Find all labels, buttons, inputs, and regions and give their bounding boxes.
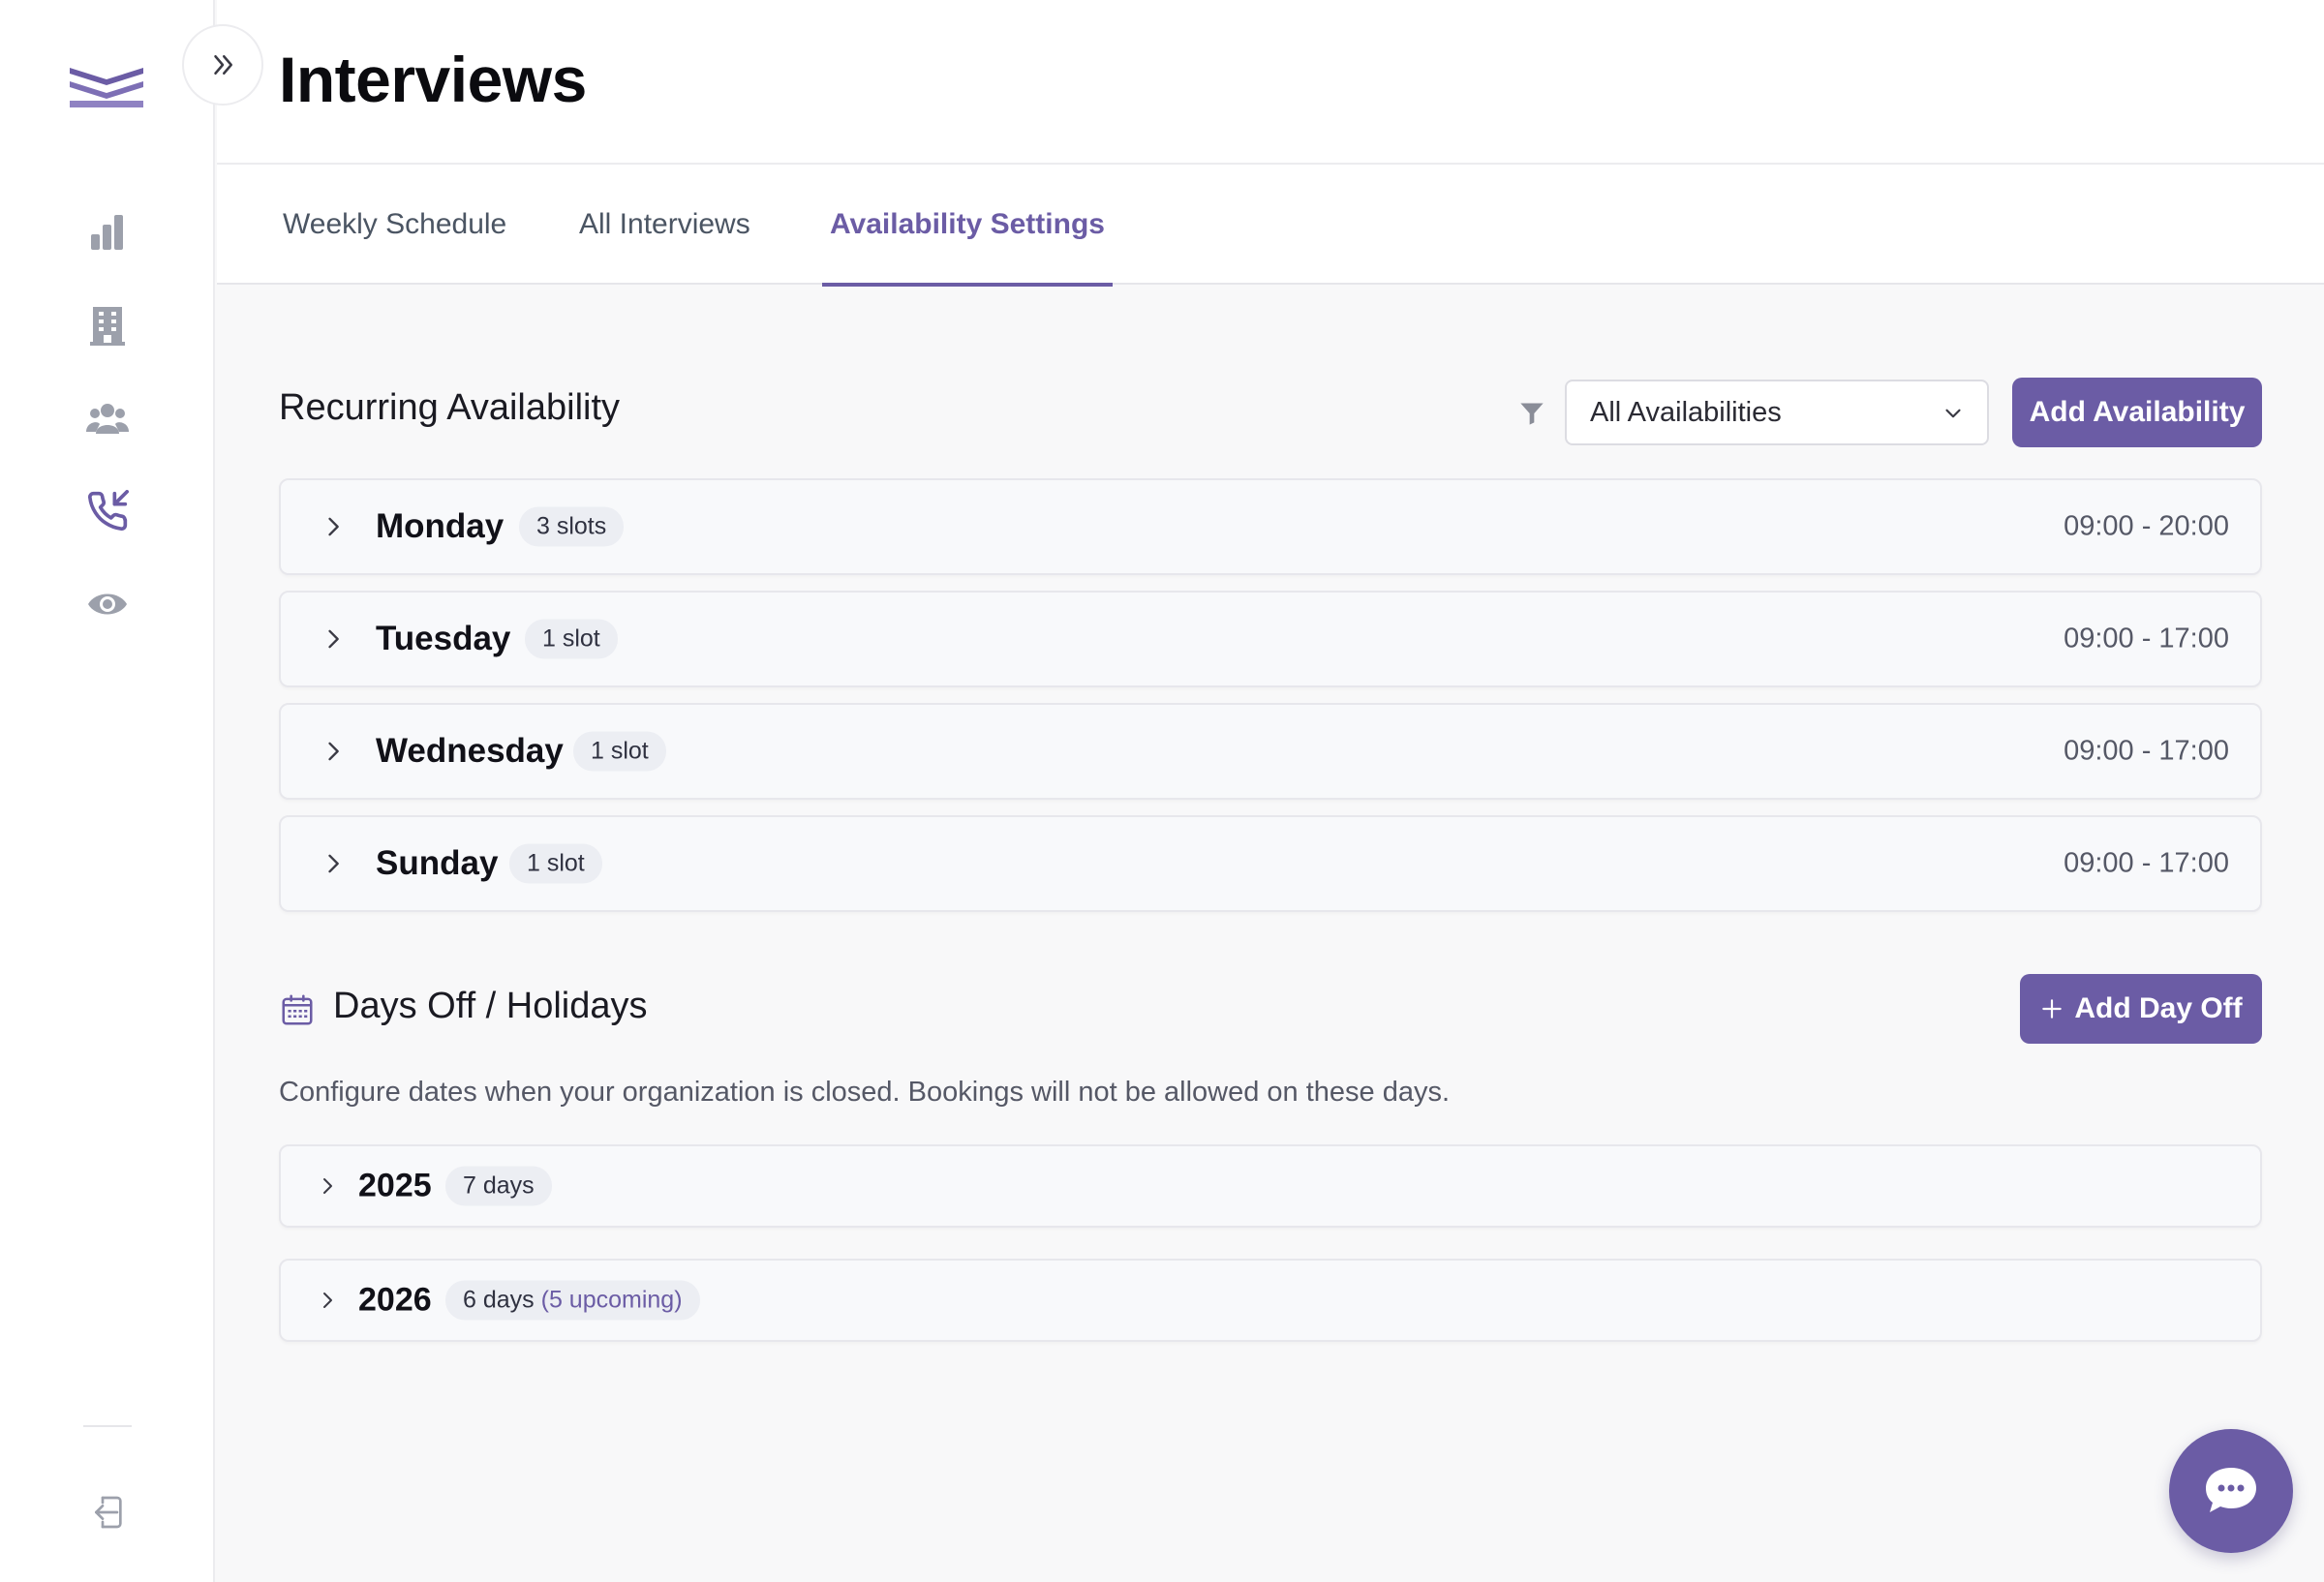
page-header: Interviews xyxy=(217,0,2324,165)
days-off-description: Configure dates when your organization i… xyxy=(279,1077,1451,1108)
logo-icon[interactable] xyxy=(68,64,145,112)
add-day-off-button[interactable]: Add Day Off xyxy=(2020,974,2262,1044)
availability-row-tuesday[interactable]: Tuesday 1 slot 09:00 - 17:00 xyxy=(279,591,2262,687)
day-count: 7 days xyxy=(463,1171,535,1200)
availability-row-wednesday[interactable]: Wednesday 1 slot 09:00 - 17:00 xyxy=(279,703,2262,800)
time-range: 09:00 - 20:00 xyxy=(2064,510,2229,542)
year-row-2025[interactable]: 2025 7 days xyxy=(279,1144,2262,1228)
chat-bubble-icon xyxy=(2206,1468,2256,1512)
day-count-badge: 6 days (5 upcoming) xyxy=(445,1280,700,1321)
add-availability-button[interactable]: Add Availability xyxy=(2012,378,2262,447)
year-row-2026[interactable]: 2026 6 days (5 upcoming) xyxy=(279,1259,2262,1342)
day-count: 6 days xyxy=(463,1286,535,1314)
plus-icon xyxy=(2042,999,2063,1019)
calendar-icon xyxy=(279,991,318,1030)
day-label: Sunday xyxy=(376,844,499,882)
days-off-title: Days Off / Holidays xyxy=(333,986,648,1026)
filter-icon xyxy=(1516,398,1547,429)
availability-row-monday[interactable]: Monday 3 slots 09:00 - 20:00 xyxy=(279,478,2262,575)
availability-filter-select[interactable]: All Availabilities xyxy=(1565,380,1989,445)
chevron-right-icon xyxy=(323,1178,332,1194)
chat-button[interactable] xyxy=(2169,1429,2293,1553)
chevron-down-icon xyxy=(1945,409,1961,418)
availability-row-sunday[interactable]: Sunday 1 slot 09:00 - 17:00 xyxy=(279,815,2262,912)
page-title: Interviews xyxy=(279,44,587,115)
slot-count-badge: 1 slot xyxy=(573,731,666,772)
chevron-right-icon xyxy=(328,854,339,873)
upcoming-count: (5 upcoming) xyxy=(540,1286,683,1314)
slot-count-badge: 1 slot xyxy=(509,843,602,884)
tab-bar: Weekly Schedule All Interviews Availabil… xyxy=(217,165,2324,287)
eye-icon[interactable] xyxy=(82,579,133,629)
slot-count-badge: 1 slot xyxy=(525,619,618,659)
chevron-right-icon xyxy=(323,1293,332,1308)
chevrons-right-icon xyxy=(214,55,232,75)
add-day-off-label: Add Day Off xyxy=(2074,992,2243,1024)
time-range: 09:00 - 17:00 xyxy=(2064,847,2229,879)
day-label: Wednesday xyxy=(376,732,564,770)
day-count-badge: 7 days xyxy=(445,1166,552,1206)
tab-weekly-schedule[interactable]: Weekly Schedule xyxy=(275,165,514,285)
tab-all-interviews[interactable]: All Interviews xyxy=(571,165,758,285)
year-label: 2026 xyxy=(358,1281,432,1319)
users-icon[interactable] xyxy=(82,393,133,443)
time-range: 09:00 - 17:00 xyxy=(2064,623,2229,654)
day-label: Monday xyxy=(376,507,505,545)
chevron-right-icon xyxy=(328,742,339,761)
sidebar-divider xyxy=(83,1425,132,1427)
year-label: 2025 xyxy=(358,1167,432,1204)
day-label: Tuesday xyxy=(376,620,511,657)
availability-filter-value: All Availabilities xyxy=(1590,396,1782,428)
slot-count-badge: 3 slots xyxy=(519,506,625,547)
recurring-availability-title: Recurring Availability xyxy=(279,387,621,428)
building-icon[interactable] xyxy=(82,300,133,350)
expand-sidebar-button[interactable] xyxy=(182,24,263,106)
phone-incoming-icon[interactable] xyxy=(82,486,133,536)
sidebar xyxy=(0,0,215,1582)
bar-chart-icon[interactable] xyxy=(82,207,133,258)
chevron-right-icon xyxy=(328,517,339,536)
tab-availability-settings[interactable]: Availability Settings xyxy=(822,165,1113,287)
chevron-right-icon xyxy=(328,629,339,649)
time-range: 09:00 - 17:00 xyxy=(2064,735,2229,767)
logout-icon[interactable] xyxy=(82,1487,133,1537)
